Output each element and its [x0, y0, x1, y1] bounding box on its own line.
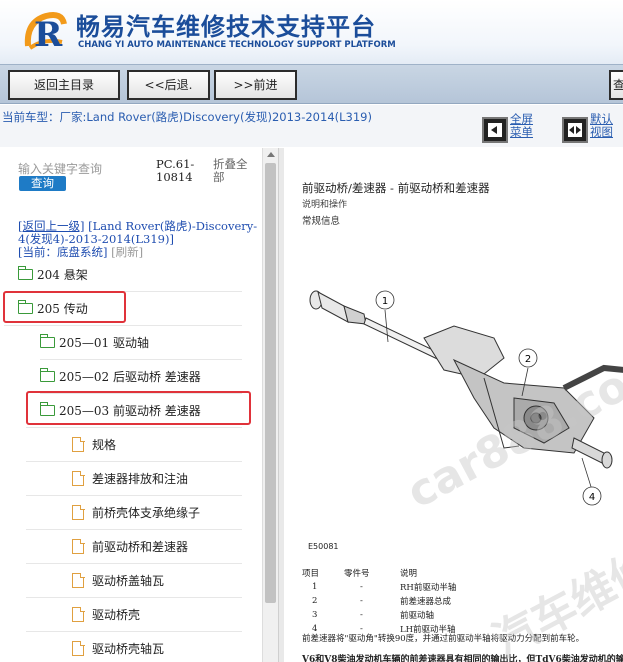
default-view-button[interactable]: 默认 视图 [562, 113, 622, 145]
pc-code: PC.61- 10814 [156, 157, 195, 184]
table-header-row: 项目 零件号 说明 [302, 566, 456, 580]
callout-4: 4 [581, 457, 602, 506]
search-button-cropped[interactable]: 查 [609, 70, 623, 100]
table-cell: - [360, 582, 363, 592]
nav-toolbar: 返回主目录 <<后退. >>前进 查 [0, 64, 623, 104]
tree-folder-205-02[interactable]: 205—02 后驱动桥 差速器 [39, 360, 242, 394]
document-icon [72, 640, 85, 656]
default-view-icon [562, 117, 588, 143]
table-cell: RH前驱动半轴 [400, 583, 457, 593]
tree-item-label: 差速器排放和注油 [92, 472, 189, 486]
tree-folder-205[interactable]: 205 传动 [4, 292, 242, 326]
tree-folder-205-03[interactable]: 205—03 前驱动桥 差速器 [26, 394, 242, 428]
document-icon [72, 606, 85, 622]
tree-item-label: 驱动桥壳轴瓦 [92, 642, 165, 656]
table-header: 零件号 [344, 569, 370, 579]
breadcrumb-current: [当前：底盘系统] [18, 245, 108, 259]
table-cell: 3 [312, 610, 318, 620]
logo-letter: R [34, 15, 63, 55]
folder-icon [39, 368, 55, 382]
document-subtitle: 说明和操作 [302, 200, 348, 210]
header-banner: R 畅易汽车维修技术支持平台 CHANG YI AUTO MAINTENANCE… [0, 0, 623, 64]
document-icon [72, 504, 85, 520]
document-viewer: 前驱动桥/差速器 - 前驱动桥和差速器 说明和操作 常规信息 1 2 4 E50… [284, 148, 623, 662]
table-row: 1 - RH前驱动半轴 [302, 580, 456, 594]
folder-icon [39, 334, 55, 348]
tree-item-label: 规格 [92, 438, 117, 452]
tree-doc-front-axle[interactable]: 前驱动桥和差速器 [26, 530, 242, 564]
tree-doc-drain-fill[interactable]: 差速器排放和注油 [26, 462, 242, 496]
breadcrumb-back-link[interactable]: [返回上一级] [18, 219, 84, 233]
tree-item-label: 驱动桥壳 [92, 608, 141, 622]
folder-icon [39, 402, 55, 416]
figure-id: E50081 [308, 542, 339, 551]
scroll-up-icon[interactable] [267, 152, 275, 157]
tree-folder-205-01[interactable]: 205—01 驱动轴 [39, 326, 242, 360]
refresh-link[interactable]: [刷新] [111, 245, 143, 259]
tree-doc-cover-bushing[interactable]: 驱动桥盖轴瓦 [26, 564, 242, 598]
forward-button[interactable]: >>前进 [214, 70, 297, 100]
document-icon [72, 538, 85, 554]
current-model: 当前车型：厂家:Land Rover(路虎)Discovery(发现)2013-… [2, 109, 372, 125]
lh-half-shaft [571, 437, 613, 469]
folder-icon [17, 300, 33, 314]
tree-item-label: 205—01 驱动轴 [59, 336, 149, 350]
tree-item-label: 205 传动 [37, 302, 88, 316]
search-input[interactable]: 输入关键字查询 [18, 160, 102, 177]
main-menu-button[interactable]: 返回主目录 [8, 70, 120, 100]
tree-item-label: 前桥壳体支承绝缘子 [92, 506, 201, 520]
tree-item-label: 205—03 前驱动桥 差速器 [59, 404, 201, 418]
tree-doc-specs[interactable]: 规格 [26, 428, 242, 462]
document-paragraph: V6和V8柴油发动机车辆的前差速器具有相同的输出比，但TdV6柴油发动机的输出比 [302, 655, 623, 662]
document-icon [72, 470, 85, 486]
folder-icon [17, 266, 33, 280]
document-section: 常规信息 [302, 216, 341, 227]
document-title: 前驱动桥/差速器 - 前驱动桥和差速器 [302, 181, 490, 195]
brand-title: 畅易汽车维修技术支持平台 [76, 13, 376, 41]
logo-icon: R [24, 12, 67, 55]
table-cell: 前驱动轴 [400, 611, 435, 621]
tree-doc-axle-housing[interactable]: 驱动桥壳 [26, 598, 242, 632]
tree-item-label: 205—02 后驱动桥 差速器 [59, 370, 201, 384]
current-model-prefix: 当前车型： [2, 110, 60, 124]
current-model-value: 厂家:Land Rover(路虎)Discovery(发现)2013-2014(… [59, 110, 372, 124]
sidebar-tree: 输入关键字查询 查询 PC.61- 10814 折叠全 部 [返回上一级] [L… [0, 148, 262, 662]
default-view-label: 默认 视图 [590, 112, 613, 139]
table-cell: 1 [312, 582, 318, 592]
table-header: 说明 [400, 569, 418, 579]
table-cell: 前差速器总成 [400, 597, 452, 607]
tree-item-label: 驱动桥盖轴瓦 [92, 574, 165, 588]
table-row: 3 - 前驱动轴 [302, 608, 456, 622]
callout-label: 1 [382, 296, 388, 307]
fullscreen-icon [482, 117, 508, 143]
table-cell: - [360, 596, 363, 606]
tree-item-label: 204 悬架 [37, 268, 88, 282]
table-row: 2 - 前差速器总成 [302, 594, 456, 608]
fullscreen-menu-label: 全屏 菜单 [510, 112, 533, 139]
breadcrumb: [返回上一级] [Land Rover(路虎)-Discovery-4(发现4)… [18, 220, 258, 259]
callout-label: 4 [589, 492, 595, 503]
document-paragraph: 前差速器将"驱动角"转换90度，并通过前驱动半轴将驱动力分配到前车轮。 [302, 634, 585, 644]
search-button[interactable]: 查询 [19, 176, 66, 191]
back-button[interactable]: <<后退. [127, 70, 210, 100]
axle-diagram: 1 2 4 [309, 290, 623, 506]
table-header: 项目 [302, 569, 320, 579]
tree-item-label: 前驱动桥和差速器 [92, 540, 189, 554]
brand-subtitle: CHANG YI AUTO MAINTENANCE TECHNOLOGY SUP… [78, 40, 396, 50]
tree-doc-housing-bushing[interactable]: 驱动桥壳轴瓦 [26, 632, 242, 662]
sidebar-scrollbar[interactable] [262, 148, 278, 662]
tree-folder-204[interactable]: 204 悬架 [17, 258, 242, 292]
collapse-all-button[interactable]: 折叠全 部 [213, 158, 248, 184]
document-icon [72, 436, 85, 452]
model-bar: 当前车型：厂家:Land Rover(路虎)Discovery(发现)2013-… [0, 105, 623, 147]
tree-doc-insulator[interactable]: 前桥壳体支承绝缘子 [26, 496, 242, 530]
fullscreen-menu-button[interactable]: 全屏 菜单 [482, 113, 542, 145]
callout-label: 2 [525, 354, 531, 365]
scroll-thumb[interactable] [265, 163, 276, 603]
table-cell: - [360, 610, 363, 620]
table-cell: 2 [312, 596, 318, 606]
parts-table: 项目 零件号 说明 1 - RH前驱动半轴 2 - 前差速器总成 3 - 前驱动… [302, 566, 456, 636]
document-icon [72, 572, 85, 588]
